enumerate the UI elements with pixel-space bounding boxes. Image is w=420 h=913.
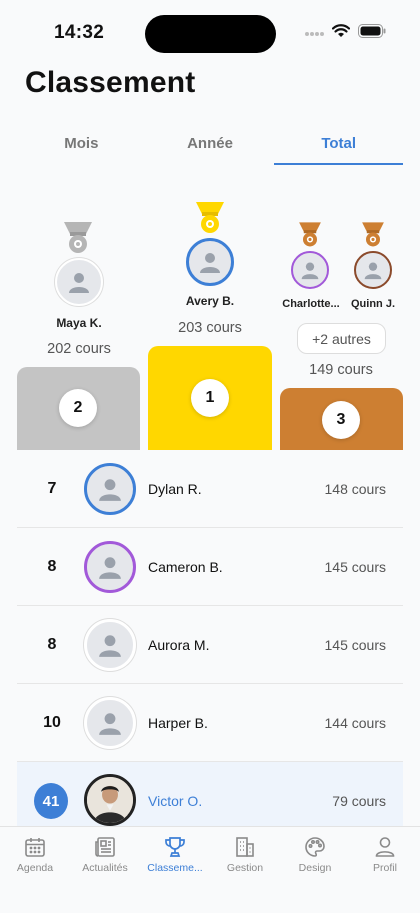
person-placeholder-icon <box>69 273 89 293</box>
newspaper-icon <box>95 837 115 857</box>
list-item-count: 144 cours <box>324 715 386 731</box>
tab-total[interactable]: Total <box>274 127 403 165</box>
tabbar-profile[interactable]: Profil <box>350 827 420 913</box>
wifi-icon <box>332 24 350 37</box>
list-item-name: Dylan R. <box>148 481 202 497</box>
podium: Maya K. 202 cours 2 Avery B. 203 cours 1 <box>0 180 420 450</box>
tabbar-news[interactable]: Actualités <box>70 827 140 913</box>
person-icon <box>375 837 395 857</box>
list-item-count: 148 cours <box>324 481 386 497</box>
person-placeholder-icon <box>99 479 121 501</box>
avatar-first[interactable] <box>186 238 234 286</box>
tabbar-label: Design <box>298 862 332 874</box>
tabbar-label: Actualités <box>82 862 128 874</box>
tabbar-design[interactable]: Design <box>280 827 350 913</box>
list-item[interactable]: 8 Cameron B. 145 cours <box>17 528 403 606</box>
second-place-rank: 2 <box>59 389 97 427</box>
second-place-name: Maya K. <box>56 316 102 330</box>
user-photo-icon <box>87 777 133 823</box>
avatar-third-2[interactable] <box>354 251 392 289</box>
list-item-rank: 8 <box>47 636 57 653</box>
person-placeholder-icon <box>99 713 121 735</box>
tabbar-label: Gestion <box>226 862 264 874</box>
battery-icon <box>358 24 386 38</box>
list-item-count: 145 cours <box>324 559 386 575</box>
palette-icon <box>305 837 325 857</box>
first-place-name: Avery B. <box>185 294 235 308</box>
person-placeholder-icon <box>99 557 121 579</box>
gold-medal-icon <box>196 202 224 233</box>
avatar <box>84 541 136 593</box>
bronze-medal-icon <box>299 222 321 247</box>
list-item-rank: 10 <box>43 714 61 731</box>
current-user-avatar <box>84 774 136 826</box>
tabbar-management[interactable]: Gestion <box>210 827 280 913</box>
list-item-count: 145 cours <box>324 637 386 653</box>
avatar <box>84 463 136 515</box>
person-placeholder-icon <box>301 262 319 280</box>
list-item-name: Cameron B. <box>148 559 223 575</box>
signal-icon <box>305 32 324 36</box>
status-time: 14:32 <box>54 22 105 43</box>
list-item[interactable]: 7 Dylan R. 148 cours <box>17 450 403 528</box>
tabbar-label: Profil <box>373 862 397 874</box>
page-title: Classement <box>25 66 196 99</box>
tabbar-label: Agenda <box>16 862 54 874</box>
avatar-third-1[interactable] <box>291 251 329 289</box>
tab-month[interactable]: Mois <box>17 127 146 165</box>
trophy-icon <box>165 837 185 857</box>
avatar-second[interactable] <box>55 258 103 306</box>
third-place-count: 149 cours <box>309 362 373 378</box>
status-bar: 14:32 <box>0 0 420 64</box>
ranking-list: 7 Dylan R. 148 cours 8 Cameron B. 145 co… <box>17 450 403 838</box>
third-place-name-1: Charlotte... <box>282 298 340 310</box>
first-place-count: 203 cours <box>178 320 242 336</box>
tabbar-label: Classeme... <box>147 862 203 874</box>
tabbar-agenda[interactable]: Agenda <box>0 827 70 913</box>
tab-year[interactable]: Année <box>146 127 275 165</box>
list-item-name: Aurora M. <box>148 637 210 653</box>
list-item-name: Harper B. <box>148 715 208 731</box>
person-placeholder-icon <box>200 253 220 273</box>
list-item-rank: 8 <box>47 558 57 575</box>
second-place-count: 202 cours <box>47 341 111 357</box>
list-item-rank: 7 <box>47 480 57 497</box>
more-tied-button[interactable]: +2 autres <box>297 323 386 354</box>
bronze-medal-icon <box>362 222 384 247</box>
silver-medal-icon <box>64 222 92 253</box>
person-placeholder-icon <box>99 635 121 657</box>
leaderboard-screen: 14:32 Classement Mois Année Total Maya K… <box>0 0 420 913</box>
avatar <box>84 697 136 749</box>
period-tabs: Mois Année Total <box>17 127 403 165</box>
first-place-rank: 1 <box>191 379 229 417</box>
avatar <box>84 619 136 671</box>
calendar-icon <box>25 838 45 857</box>
third-place-name-2: Quinn J. <box>351 298 395 310</box>
tabbar-leaderboard[interactable]: Classeme... <box>140 827 210 913</box>
list-item[interactable]: 8 Aurora M. 145 cours <box>17 606 403 684</box>
person-placeholder-icon <box>364 262 382 280</box>
status-icons <box>304 24 386 38</box>
bottom-tab-bar: Agenda Actualités Classeme... Gestion De… <box>0 826 420 913</box>
list-item[interactable]: 10 Harper B. 144 cours <box>17 684 403 762</box>
dynamic-island <box>145 15 276 53</box>
third-place-rank: 3 <box>322 401 360 439</box>
current-user-rank-badge: 41 <box>34 783 68 819</box>
building-icon <box>236 837 254 857</box>
